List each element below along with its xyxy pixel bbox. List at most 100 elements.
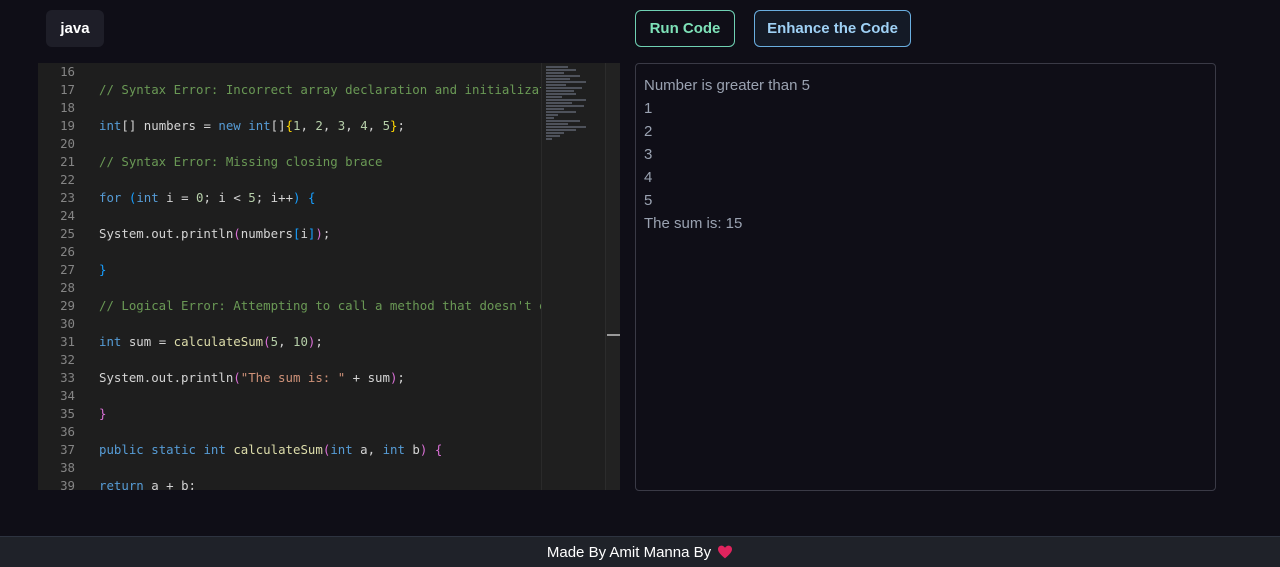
line-number: 36	[60, 424, 75, 439]
line-number: 30	[60, 316, 75, 331]
minimap-line	[546, 126, 586, 128]
code-line[interactable]: 35}	[38, 405, 541, 423]
code-text: }	[99, 406, 107, 421]
output-line: The sum is: 15	[644, 215, 743, 232]
minimap-line	[546, 102, 572, 104]
line-number: 25	[60, 226, 75, 241]
line-number: 24	[60, 208, 75, 223]
code-line[interactable]: 27}	[38, 261, 541, 279]
heart-icon	[718, 545, 733, 559]
code-line[interactable]: 20	[38, 135, 541, 153]
minimap-line	[546, 84, 566, 86]
minimap-line	[546, 66, 568, 68]
enhance-code-button[interactable]: Enhance the Code	[754, 10, 911, 47]
minimap-line	[546, 90, 574, 92]
run-code-button[interactable]: Run Code	[635, 10, 735, 47]
code-line[interactable]: 18	[38, 99, 541, 117]
code-line[interactable]: 32	[38, 351, 541, 369]
code-text: System.out.println("The sum is: " + sum)…	[99, 370, 405, 385]
line-number: 23	[60, 190, 75, 205]
code-line[interactable]: 17 // Syntax Error: Incorrect array decla…	[38, 81, 541, 99]
code-text: }	[99, 262, 107, 277]
code-text: // Logical Error: Attempting to call a m…	[99, 298, 541, 313]
minimap-line	[546, 108, 564, 110]
line-number: 21	[60, 154, 75, 169]
output-panel: Number is greater than 5 1 2 3 4 5 The sum is:…	[635, 63, 1216, 491]
output-line: Number is greater than 5	[644, 77, 810, 94]
minimap-line	[546, 96, 562, 98]
line-number: 29	[60, 298, 75, 313]
minimap[interactable]	[541, 63, 606, 490]
code-text: int[] numbers = new int[]{1, 2, 3, 4, 5}…	[99, 118, 405, 133]
minimap-line	[546, 72, 564, 74]
editor-scrollbar[interactable]	[605, 63, 620, 490]
line-number: 27	[60, 262, 75, 277]
code-line[interactable]: 31 int sum = calculateSum(5, 10);	[38, 333, 541, 351]
minimap-line	[546, 105, 584, 107]
code-line[interactable]: 39 return a + b;	[38, 477, 541, 490]
line-number: 34	[60, 388, 75, 403]
code-line[interactable]: 21 // Syntax Error: Missing closing brace	[38, 153, 541, 171]
line-number: 31	[60, 334, 75, 349]
code-text: // Syntax Error: Missing closing brace	[99, 154, 383, 169]
minimap-line	[546, 117, 554, 119]
line-number: 37	[60, 442, 75, 457]
code-line[interactable]: 30	[38, 315, 541, 333]
output-line: 4	[644, 169, 653, 186]
minimap-line	[546, 69, 576, 71]
line-number: 18	[60, 100, 75, 115]
code-line[interactable]: 26	[38, 243, 541, 261]
output-line: 1	[644, 100, 653, 117]
output-line: 2	[644, 123, 653, 140]
minimap-line	[546, 111, 576, 113]
line-number: 20	[60, 136, 75, 151]
code-line[interactable]: 24	[38, 207, 541, 225]
output-line: 5	[644, 192, 653, 209]
scroll-position-marker	[607, 334, 620, 336]
minimap-line	[546, 132, 564, 134]
code-text: for (int i = 0; i < 5; i++) {	[99, 190, 316, 205]
code-editor[interactable]: 16 17 // Syntax Error: Incorrect array dec…	[38, 63, 620, 490]
line-number: 39	[60, 478, 75, 490]
language-badge: java	[46, 10, 104, 47]
minimap-line	[546, 114, 558, 116]
line-number: 26	[60, 244, 75, 259]
code-text: int sum = calculateSum(5, 10);	[99, 334, 323, 349]
minimap-line	[546, 93, 576, 95]
code-line[interactable]: 36	[38, 423, 541, 441]
minimap-line	[546, 78, 570, 80]
code-line[interactable]: 34	[38, 387, 541, 405]
code-line[interactable]: 37 public static int calculateSum(int a, …	[38, 441, 541, 459]
code-text: System.out.println(numbers[i]);	[99, 226, 331, 241]
code-line[interactable]: 28	[38, 279, 541, 297]
minimap-line	[546, 120, 580, 122]
code-line[interactable]: 23 for (int i = 0; i < 5; i++) {	[38, 189, 541, 207]
code-line[interactable]: 38	[38, 459, 541, 477]
code-line[interactable]: 16	[38, 63, 541, 81]
code-line[interactable]: 25 System.out.println(numbers[i]);	[38, 225, 541, 243]
code-text: return a + b;	[99, 478, 196, 490]
minimap-line	[546, 99, 586, 101]
minimap-line	[546, 138, 552, 140]
code-line[interactable]: 33 System.out.println("The sum is: " + su…	[38, 369, 541, 387]
code-line[interactable]: 19 int[] numbers = new int[]{1, 2, 3, 4, …	[38, 117, 541, 135]
line-number: 28	[60, 280, 75, 295]
code-area[interactable]: 16 17 // Syntax Error: Incorrect array dec…	[38, 63, 541, 490]
output-line: 3	[644, 146, 653, 163]
minimap-line	[546, 81, 586, 83]
code-line[interactable]: 29 // Logical Error: Attempting to call a…	[38, 297, 541, 315]
line-number: 17	[60, 82, 75, 97]
minimap-line	[546, 129, 576, 131]
line-number: 35	[60, 406, 75, 421]
minimap-line	[546, 123, 568, 125]
code-line[interactable]: 22	[38, 171, 541, 189]
code-text: // Syntax Error: Incorrect array declara…	[99, 82, 541, 97]
line-number: 19	[60, 118, 75, 133]
line-number: 38	[60, 460, 75, 475]
footer-text: Made By Amit Manna By	[546, 543, 712, 561]
footer: Made By Amit Manna By	[0, 536, 1280, 567]
line-number: 32	[60, 352, 75, 367]
line-number: 22	[60, 172, 75, 187]
line-number: 33	[60, 370, 75, 385]
minimap-line	[546, 87, 582, 89]
